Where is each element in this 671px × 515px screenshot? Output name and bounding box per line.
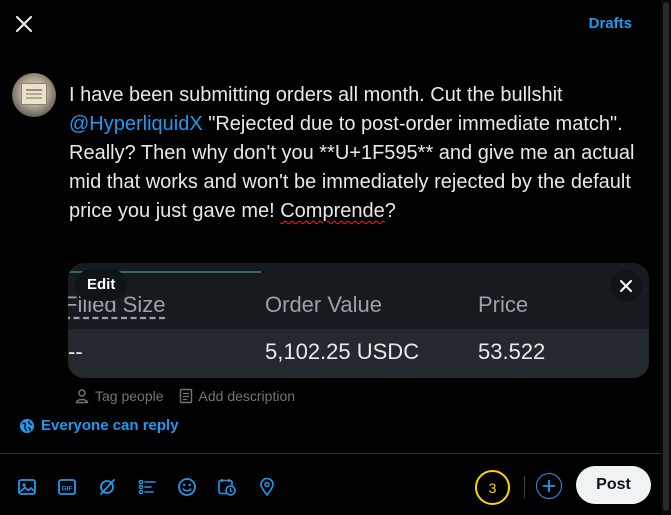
edit-media-button[interactable]: Edit xyxy=(75,269,128,301)
cell-filled-size: -- xyxy=(68,339,83,364)
column-header-order-value: Order Value xyxy=(265,292,382,317)
schedule-icon xyxy=(218,479,236,496)
tweet-text-input[interactable]: I have been submitting orders all month.… xyxy=(69,81,659,226)
gif-icon: GIF xyxy=(58,479,76,495)
post-button[interactable]: Post xyxy=(576,466,651,504)
tweet-text-part: ? xyxy=(384,200,396,222)
close-button[interactable] xyxy=(8,8,40,40)
cell-price: 53.522 xyxy=(478,339,546,364)
person-icon xyxy=(75,389,89,404)
tag-people-label: Tag people xyxy=(95,388,164,404)
add-description-button[interactable]: Add description xyxy=(178,388,296,404)
add-post-button[interactable] xyxy=(536,473,562,499)
avatar[interactable] xyxy=(12,73,56,117)
plus-icon xyxy=(542,479,556,493)
grok-button[interactable] xyxy=(92,472,122,502)
svg-text:GIF: GIF xyxy=(62,486,73,493)
tweet-text-part: I have been submitting orders all month.… xyxy=(69,84,563,106)
emoji-button[interactable] xyxy=(172,472,202,502)
cell-order-value: 5,102.25 USDC xyxy=(265,339,420,364)
drafts-link[interactable]: Drafts xyxy=(589,15,632,32)
alt-text-icon xyxy=(179,388,192,404)
character-counter: 3 xyxy=(475,470,510,505)
composer-toolbar: GIF xyxy=(12,472,282,502)
globe-icon xyxy=(20,418,34,433)
location-button[interactable] xyxy=(252,472,282,502)
tag-people-button[interactable]: Tag people xyxy=(74,388,164,404)
scrollbar[interactable] xyxy=(661,0,671,515)
schedule-button[interactable] xyxy=(212,472,242,502)
remove-media-button[interactable] xyxy=(610,270,642,302)
poll-button[interactable] xyxy=(132,472,162,502)
divider xyxy=(524,476,525,498)
poll-icon xyxy=(138,479,156,495)
column-header-price: Price xyxy=(478,292,529,317)
gif-button[interactable]: GIF xyxy=(52,472,82,502)
close-icon xyxy=(620,280,632,292)
close-icon xyxy=(15,15,33,33)
grok-icon xyxy=(100,479,115,495)
attached-image: Filled Size Order Value Price -- 5,102.2… xyxy=(68,263,649,378)
location-icon xyxy=(260,477,274,497)
mention-link: @HyperliquidX xyxy=(69,113,203,135)
misspelled-word: Comprende xyxy=(280,200,385,222)
reply-setting-button[interactable]: Everyone can reply xyxy=(19,417,179,434)
reply-setting-label: Everyone can reply xyxy=(41,417,179,434)
media-button[interactable] xyxy=(12,472,42,502)
emoji-icon xyxy=(178,478,196,496)
divider xyxy=(0,453,671,454)
image-icon xyxy=(18,479,36,495)
add-description-label: Add description xyxy=(198,388,296,404)
